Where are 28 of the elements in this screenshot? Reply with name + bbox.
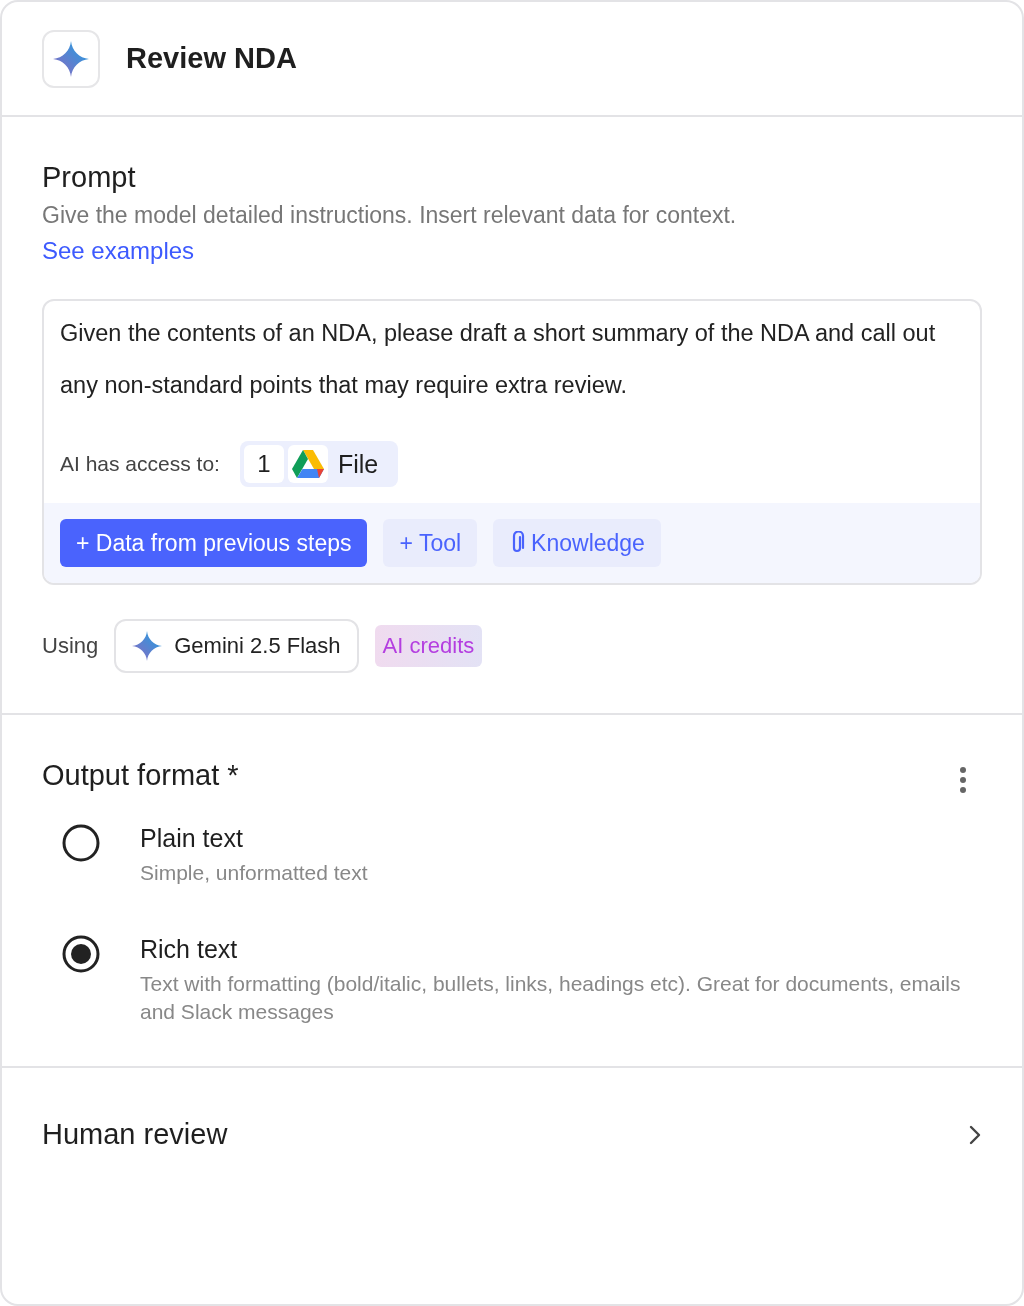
chevron-right-icon[interactable] [968,1123,982,1146]
file-count: 1 [243,445,284,483]
option-description: Text with formatting (bold/italic, bullets, links, headings etc). Great for documents, emails and Slack messages [140,971,962,1025]
option-label: Rich text [140,935,239,964]
access-label: AI has access to: [60,452,220,476]
sparkle-icon [132,631,163,661]
add-tool-button[interactable]: + Tool [383,519,478,567]
page-title: Review NDA [126,42,297,75]
section-title: Prompt [42,161,137,194]
option-label: Plain text [140,824,244,853]
model-selector[interactable]: Gemini 2.5 Flash [114,619,359,673]
radio-button[interactable] [62,824,100,862]
prompt-text: Given the contents of an NDA, please draft a short summary of the NDA and call out any non-standard points that may require extra review. [59,319,937,400]
using-label: Using [42,633,99,659]
knowledge-button[interactable]: Knowledge [493,519,661,567]
credits-badge: AI credits [374,625,483,667]
drive-icon [291,450,324,478]
prompt-field[interactable] [42,299,982,585]
add-data-button[interactable]: + Data from previous steps [60,519,368,567]
option-description: Simple, unformatted text [140,860,368,886]
see-examples-link[interactable]: See examples [42,237,195,265]
radio-button[interactable] [62,935,100,973]
file-chip[interactable]: 1 File [239,441,399,487]
section-title: Human review [42,1118,228,1151]
section-title: Output format * [42,759,239,792]
section-description: Give the model detailed instructions. Insert relevant data for context. [42,202,738,229]
sparkle-icon [53,40,89,77]
more-options-icon[interactable] [958,765,968,794]
